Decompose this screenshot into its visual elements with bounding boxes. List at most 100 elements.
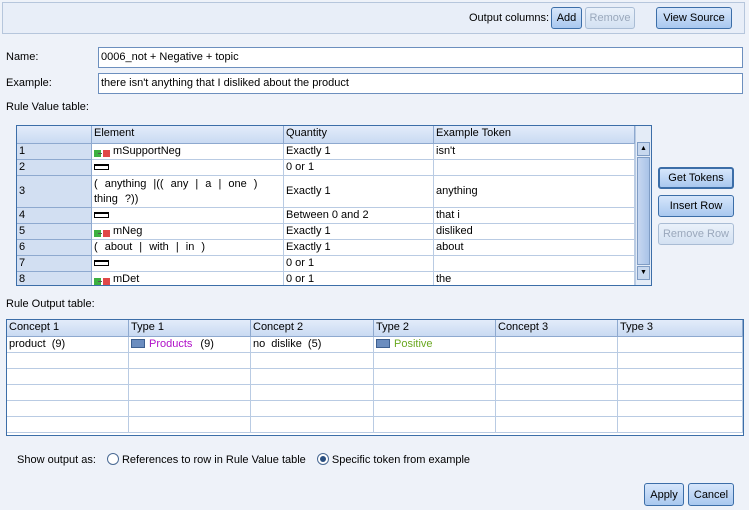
quantity-cell[interactable]: Exactly 1 <box>284 224 434 240</box>
example-token-cell[interactable]: isn't <box>434 144 635 160</box>
element-cell[interactable]: mDet <box>92 272 284 285</box>
output-cell[interactable] <box>129 401 251 417</box>
output-cell[interactable] <box>496 337 618 353</box>
output-cell[interactable] <box>618 369 743 385</box>
view-source-button[interactable]: View Source <box>656 7 732 29</box>
example-token-cell[interactable]: anything <box>434 176 635 208</box>
row-header[interactable]: 2 <box>17 160 92 176</box>
example-token-cell[interactable]: that i <box>434 208 635 224</box>
output-cell[interactable] <box>7 353 129 369</box>
element-text: ( anything |(( any | a | one ) thing ?)) <box>94 178 258 205</box>
output-cell[interactable]: Positive <box>374 337 496 353</box>
output-cell[interactable] <box>7 369 129 385</box>
example-token-cell[interactable]: disliked <box>434 224 635 240</box>
references-option-label: References to row in Rule Value table <box>121 454 306 466</box>
row-header[interactable]: 3 <box>17 176 92 208</box>
output-cell[interactable] <box>251 385 374 401</box>
element-cell[interactable]: mNeg <box>92 224 284 240</box>
element-cell[interactable]: mSupportNeg <box>92 144 284 160</box>
scroll-up-arrow[interactable]: ▲ <box>637 142 650 156</box>
quantity-cell[interactable]: Exactly 1 <box>284 144 434 160</box>
output-cell[interactable] <box>251 417 374 433</box>
row-header[interactable]: 7 <box>17 256 92 272</box>
column-header-concept-1[interactable]: Concept 1 <box>7 320 129 337</box>
apply-button[interactable]: Apply <box>644 483 684 506</box>
element-cell[interactable] <box>92 208 284 224</box>
output-cell[interactable] <box>496 385 618 401</box>
column-header-quantity[interactable]: Quantity <box>284 126 434 144</box>
remove-row-button[interactable]: Remove Row <box>658 223 734 245</box>
radio-selected-icon[interactable] <box>316 453 329 465</box>
quantity-cell[interactable]: 0 or 1 <box>284 256 434 272</box>
rule-value-table[interactable]: ▲ ▼ Element Quantity Example Token 1 mSuppor… <box>16 125 652 286</box>
element-cell[interactable] <box>92 256 284 272</box>
output-cell[interactable] <box>496 353 618 369</box>
example-input[interactable]: there isn't anything that I disliked abo… <box>98 73 743 94</box>
output-cell[interactable] <box>129 385 251 401</box>
example-token-cell[interactable]: the <box>434 272 635 285</box>
output-cell[interactable] <box>374 417 496 433</box>
output-cell[interactable] <box>496 417 618 433</box>
element-cell[interactable]: ( about | with | in ) <box>92 240 284 256</box>
output-cell[interactable] <box>496 401 618 417</box>
output-cell[interactable] <box>7 417 129 433</box>
output-cell[interactable] <box>374 369 496 385</box>
remove-column-button[interactable]: Remove <box>585 7 635 29</box>
output-cell[interactable] <box>618 337 743 353</box>
output-cell[interactable] <box>618 401 743 417</box>
quantity-cell[interactable]: 0 or 1 <box>284 160 434 176</box>
output-cell[interactable] <box>251 353 374 369</box>
row-header[interactable]: 1 <box>17 144 92 160</box>
column-header-type-3[interactable]: Type 3 <box>618 320 743 337</box>
column-header-concept-2[interactable]: Concept 2 <box>251 320 374 337</box>
element-cell[interactable] <box>92 160 284 176</box>
output-cell[interactable] <box>129 417 251 433</box>
references-radio[interactable]: References to row in Rule Value table <box>106 453 306 466</box>
add-column-button[interactable]: Add <box>551 7 582 29</box>
output-cell[interactable] <box>618 417 743 433</box>
quantity-cell[interactable]: Exactly 1 <box>284 176 434 208</box>
scroll-thumb[interactable] <box>637 157 650 265</box>
column-header-type-2[interactable]: Type 2 <box>374 320 496 337</box>
output-cell[interactable] <box>7 401 129 417</box>
column-header-example-token[interactable]: Example Token <box>434 126 635 144</box>
output-cell[interactable] <box>618 353 743 369</box>
row-header[interactable]: 6 <box>17 240 92 256</box>
quantity-cell[interactable]: Between 0 and 2 <box>284 208 434 224</box>
output-cell[interactable]: Products (9) <box>129 337 251 353</box>
scroll-down-arrow[interactable]: ▼ <box>637 266 650 280</box>
insert-row-button[interactable]: Insert Row <box>658 195 734 217</box>
output-cell[interactable] <box>7 385 129 401</box>
column-header-type-1[interactable]: Type 1 <box>129 320 251 337</box>
quantity-cell[interactable]: Exactly 1 <box>284 240 434 256</box>
column-header-element[interactable]: Element <box>92 126 284 144</box>
cancel-button[interactable]: Cancel <box>688 483 734 506</box>
radio-icon[interactable] <box>106 453 119 465</box>
output-cell[interactable] <box>374 353 496 369</box>
output-cell[interactable] <box>618 385 743 401</box>
element-cell[interactable]: ( anything |(( any | a | one ) thing ?)) <box>92 176 284 208</box>
scrollbar[interactable]: ▲ ▼ <box>635 126 651 285</box>
macro-icon <box>94 228 111 237</box>
output-cell[interactable] <box>496 369 618 385</box>
output-cell[interactable]: no dislike (5) <box>251 337 374 353</box>
get-tokens-button[interactable]: Get Tokens <box>658 167 734 189</box>
rule-output-table[interactable]: Concept 1 Type 1 Concept 2 Type 2 Concept 3T… <box>6 319 744 436</box>
specific-token-radio[interactable]: Specific token from example <box>316 453 470 466</box>
output-cell[interactable] <box>129 353 251 369</box>
output-cell[interactable] <box>129 369 251 385</box>
name-input[interactable]: 0006_not + Negative + topic <box>98 47 743 68</box>
output-cell[interactable] <box>374 401 496 417</box>
row-header[interactable]: 4 <box>17 208 92 224</box>
output-cell[interactable] <box>251 369 374 385</box>
output-cell[interactable]: product (9) <box>7 337 129 353</box>
output-cell[interactable] <box>374 385 496 401</box>
example-token-cell[interactable] <box>434 160 635 176</box>
row-header[interactable]: 8 <box>17 272 92 285</box>
row-header[interactable]: 5 <box>17 224 92 240</box>
example-token-cell[interactable] <box>434 256 635 272</box>
output-cell[interactable] <box>251 401 374 417</box>
example-token-cell[interactable]: about <box>434 240 635 256</box>
quantity-cell[interactable]: 0 or 1 <box>284 272 434 285</box>
column-header-concept-3[interactable]: Concept 3 <box>496 320 618 337</box>
